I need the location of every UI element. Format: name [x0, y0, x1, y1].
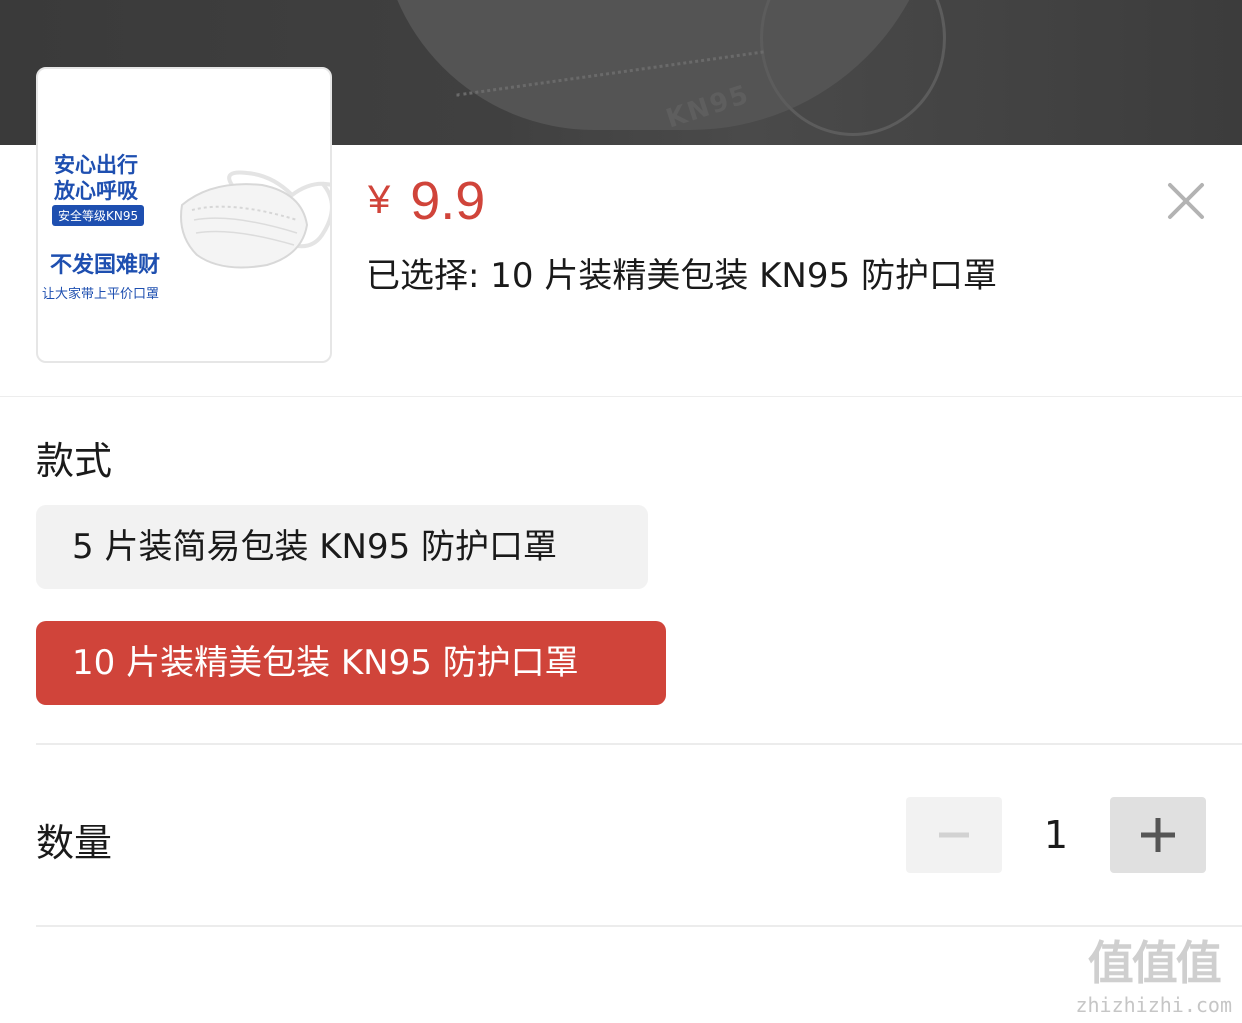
backdrop-ear-loop — [760, 0, 946, 136]
watermark-logo-text: 值值值 — [1087, 936, 1222, 990]
style-divider — [36, 743, 1242, 745]
style-section-label: 款式 — [36, 439, 113, 483]
thumbnail-slogan-4: 让大家带上平价口罩 — [42, 287, 160, 302]
price-value: 9.9 — [410, 171, 486, 231]
thumbnail-badge: 安全等级KN95 — [52, 205, 145, 226]
product-thumbnail: 安心出行 放心呼吸 安全等级KN95 不发国难财 让大家带上平价口罩 — [36, 67, 332, 363]
plus-icon — [1141, 818, 1175, 852]
style-option-10-pack[interactable]: 10 片装精美包装 KN95 防护口罩 — [36, 621, 666, 705]
site-watermark: 值值值 zhizhizhi.com — [1075, 927, 1232, 1017]
header-divider — [0, 396, 1242, 397]
quantity-increment-button[interactable] — [1110, 797, 1206, 873]
quantity-section-label: 数量 — [36, 821, 113, 865]
quantity-divider — [36, 925, 1242, 927]
quantity-decrement-button[interactable] — [906, 797, 1002, 873]
quantity-value[interactable]: 1 — [1004, 797, 1108, 873]
mask-illustration — [180, 170, 330, 269]
thumbnail-slogan-2: 放心呼吸 — [54, 179, 138, 203]
watermark-url: zhizhizhi.com — [1075, 993, 1232, 1017]
currency-symbol: ¥ — [368, 178, 391, 222]
minus-icon — [939, 832, 969, 838]
thumbnail-slogan-3: 不发国难财 — [50, 253, 161, 278]
selected-variant-text: 已选择: 10 片装精美包装 KN95 防护口罩 — [366, 256, 997, 296]
product-price: ¥9.9 — [368, 170, 485, 232]
close-button[interactable] — [1162, 177, 1210, 225]
close-icon — [1168, 183, 1204, 219]
style-option-5-pack[interactable]: 5 片装简易包装 KN95 防护口罩 — [36, 505, 648, 589]
